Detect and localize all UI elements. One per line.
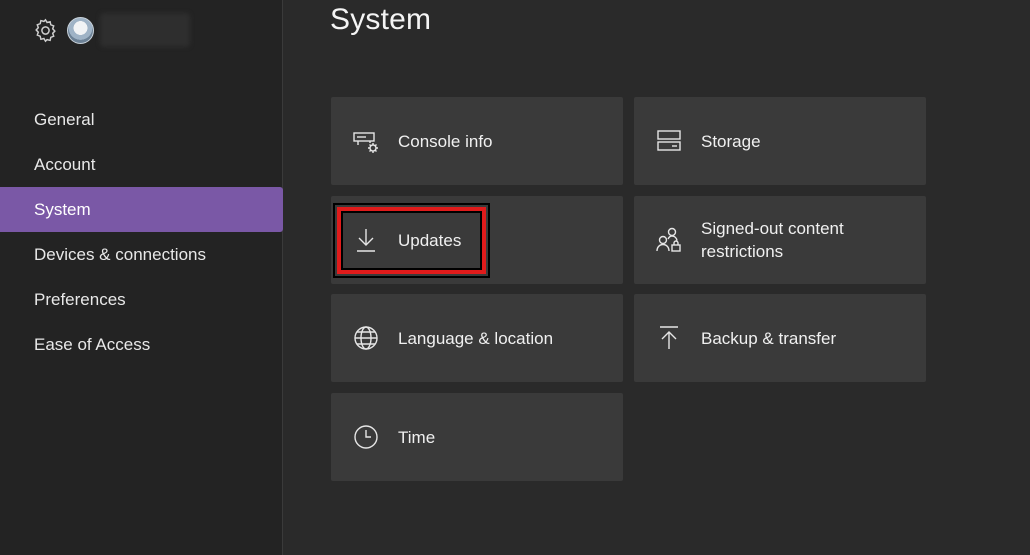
clock-icon [354, 425, 378, 449]
settings-screen: General Account System Devices & connect… [0, 0, 1030, 555]
sidebar-item-account[interactable]: Account [0, 142, 283, 187]
tile-signed-out-content-restrictions[interactable]: Signed-out content restrictions [634, 196, 926, 284]
storage-icon [657, 130, 681, 151]
profile-bar [32, 13, 190, 47]
sidebar: General Account System Devices & connect… [0, 0, 283, 555]
tile-updates[interactable]: Updates [331, 196, 623, 284]
sidebar-item-devices-connections[interactable]: Devices & connections [0, 232, 283, 277]
tile-time[interactable]: Time [331, 393, 623, 481]
tile-label: Language & location [398, 328, 554, 348]
sidebar-item-ease-of-access[interactable]: Ease of Access [0, 322, 283, 367]
tile-label: Updates [398, 230, 462, 250]
sidebar-item-general[interactable]: General [0, 97, 283, 142]
settings-nav: General Account System Devices & connect… [0, 97, 283, 367]
console-info-icon [353, 132, 378, 153]
tile-language-location[interactable]: Language & location [331, 294, 623, 382]
page-title: System [330, 3, 432, 36]
sidebar-item-system[interactable]: System [0, 187, 283, 232]
gear-icon[interactable] [32, 17, 59, 44]
gamertag-blurred [100, 13, 190, 47]
tile-label: Signed-out content restrictions [701, 219, 844, 261]
upload-icon [660, 326, 678, 349]
tile-backup-transfer[interactable]: Backup & transfer [634, 294, 926, 382]
tile-storage[interactable]: Storage [634, 97, 926, 185]
tile-label: Time [398, 427, 436, 447]
tile-console-info[interactable]: Console info [331, 97, 623, 185]
tile-label: Backup & transfer [701, 328, 837, 348]
globe-icon [354, 326, 378, 350]
tile-label: Console info [398, 131, 493, 151]
tile-label: Storage [701, 131, 761, 151]
people-lock-icon [656, 227, 681, 252]
avatar[interactable] [67, 16, 94, 44]
sidebar-item-preferences[interactable]: Preferences [0, 277, 283, 322]
download-icon [357, 229, 375, 252]
